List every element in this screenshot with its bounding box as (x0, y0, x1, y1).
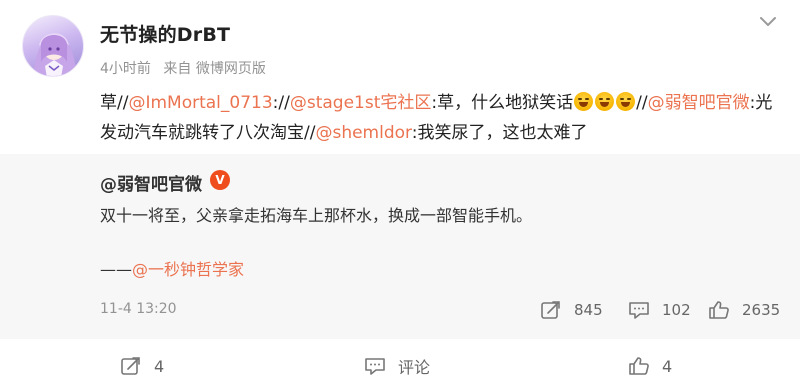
comment-icon (629, 302, 649, 319)
signature-dash: —— (100, 260, 132, 279)
mention-link[interactable]: @ImMortal_0713 (128, 93, 272, 113)
comment-button[interactable]: 评论 (364, 354, 430, 378)
verified-badge-icon: V (210, 170, 230, 190)
like-button[interactable]: 4 (628, 354, 672, 378)
post-source: 来自 微博网页版 (163, 61, 266, 77)
thumbs-up-icon (629, 357, 649, 375)
repost-signature: ——@一秒钟哲学家 (100, 256, 244, 284)
content-text: // (636, 93, 648, 113)
avatar-illustration (33, 33, 77, 76)
share-count: 4 (154, 356, 165, 376)
mention-link[interactable]: @stage1st宅社区 (290, 93, 432, 113)
post-action-bar: 4 评论 4 (0, 342, 800, 390)
post-header: 无节操的DrBT 4小时前 来自 微博网页版 (0, 0, 800, 90)
repost-share-button[interactable]: 845 (540, 299, 603, 321)
repost-author[interactable]: @弱智吧官微 (100, 170, 202, 195)
laugh-cry-emoji (616, 92, 636, 111)
content-text: :草，什么地狱笑话 (431, 93, 574, 113)
repost-comment-button[interactable]: 102 (628, 299, 691, 321)
repost-like-count: 2635 (742, 301, 781, 319)
post-meta: 4小时前 来自 微博网页版 (100, 58, 274, 78)
chevron-down-icon[interactable] (756, 12, 780, 32)
laugh-cry-emoji (574, 92, 594, 111)
like-count: 4 (662, 356, 673, 376)
comment-icon (365, 358, 385, 375)
share-icon (541, 301, 560, 319)
post-time[interactable]: 4小时前 (100, 61, 151, 77)
comment-label: 评论 (398, 358, 431, 377)
laugh-cry-emoji (595, 92, 615, 111)
mention-link[interactable]: @shemldor (315, 123, 411, 143)
mention-link[interactable]: @弱智吧官微 (648, 93, 750, 113)
content-text: :我笑尿了，这也太难了 (411, 123, 588, 143)
post-author[interactable]: 无节操的DrBT (100, 20, 230, 47)
avatar[interactable] (22, 15, 84, 77)
content-text: :// (272, 93, 290, 113)
mention-link[interactable]: @一秒钟哲学家 (132, 260, 244, 279)
repost-share-count: 845 (574, 301, 603, 319)
content-text: 草// (100, 93, 129, 113)
share-button[interactable]: 4 (120, 354, 164, 378)
repost-comment-count: 102 (662, 301, 691, 319)
repost-like-button[interactable]: 2635 (708, 299, 780, 321)
repost-time[interactable]: 11-4 13:20 (100, 301, 177, 317)
repost-text: 双十一将至，父亲拿走拓海车上那杯水，换成一部智能手机。 (100, 206, 533, 225)
repost-card[interactable]: @弱智吧官微 V 双十一将至，父亲拿走拓海车上那杯水，换成一部智能手机。 ——@… (0, 154, 800, 339)
thumbs-up-icon (709, 301, 729, 319)
share-icon (121, 357, 140, 375)
post-content: 草//@ImMortal_0713://@stage1st宅社区:草，什么地狱笑… (100, 88, 780, 148)
